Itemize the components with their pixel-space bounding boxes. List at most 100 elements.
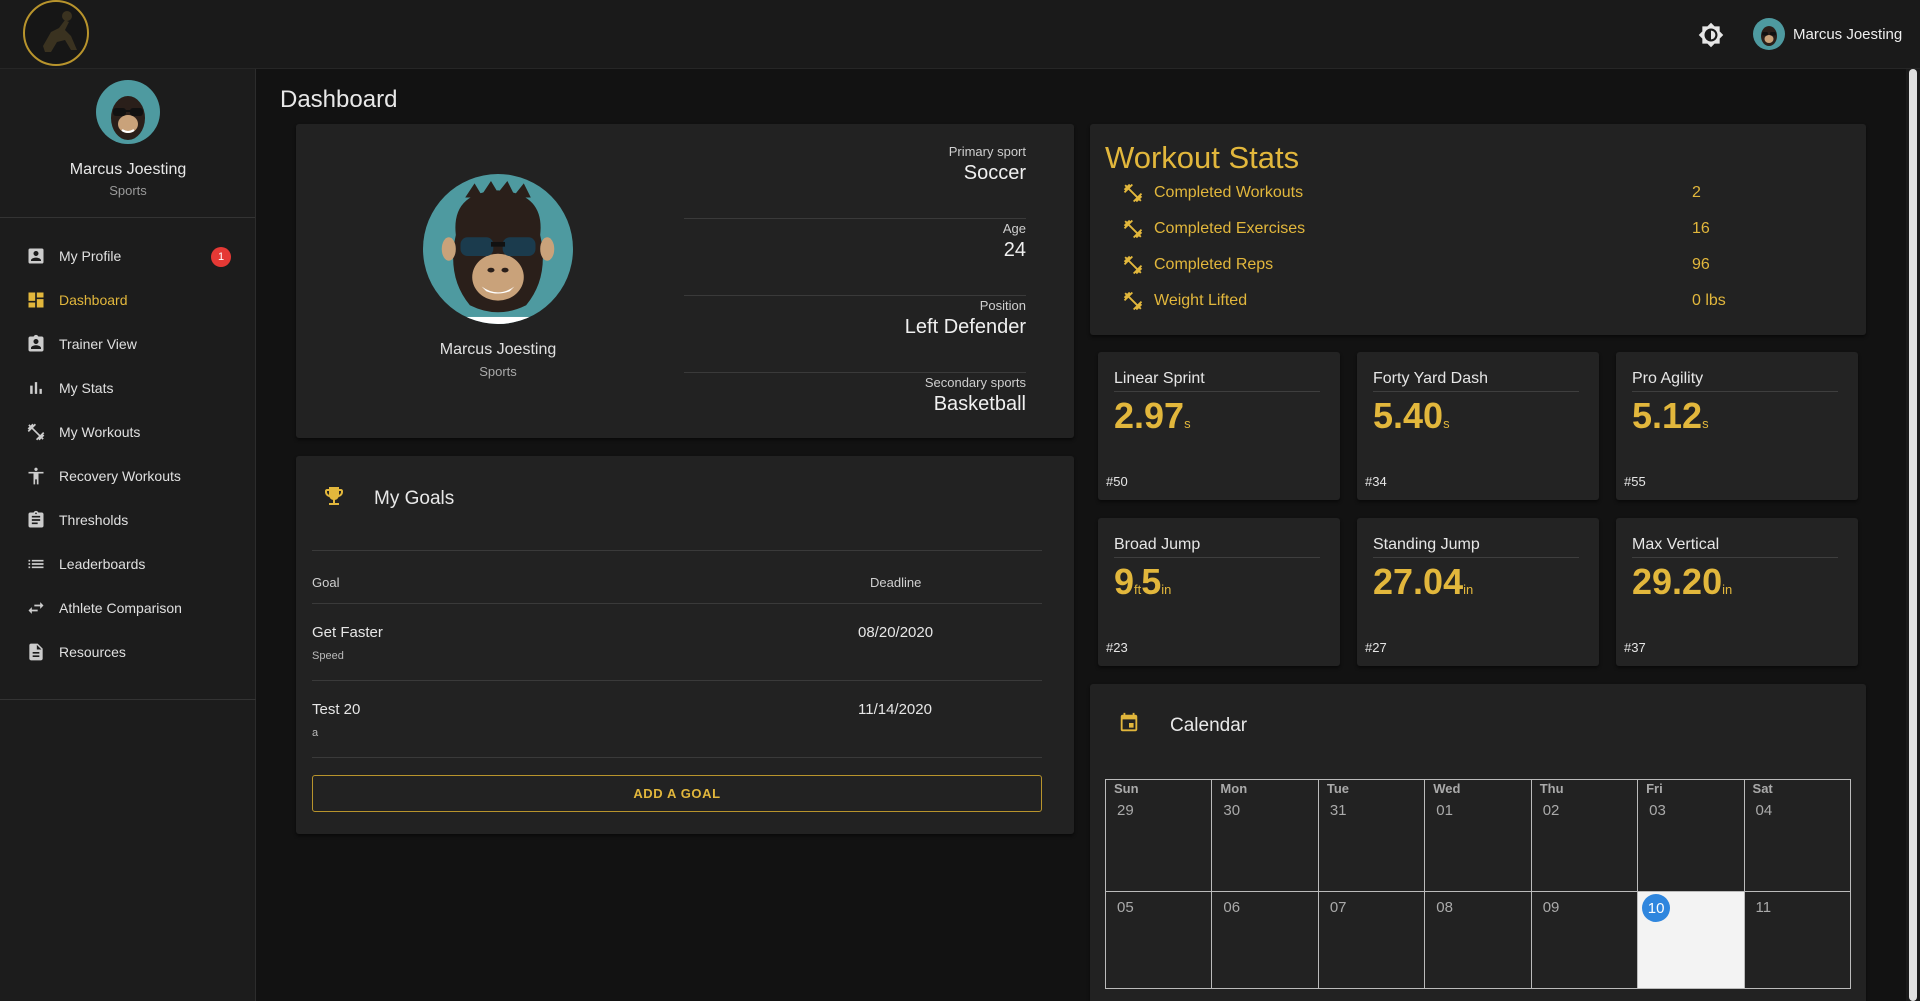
swap-icon: [25, 597, 47, 619]
calendar-title: Calendar: [1170, 714, 1248, 736]
field-value: Basketball: [933, 393, 1026, 415]
calendar-day[interactable]: Tue 31: [1318, 780, 1426, 892]
metric-value: 5.12s: [1632, 395, 1709, 437]
document-icon: [25, 641, 47, 663]
trophy-icon: [322, 484, 346, 513]
table-header: Goal Deadline: [312, 550, 1042, 603]
calendar-day[interactable]: Sat 04: [1744, 780, 1851, 892]
brightness-toggle-icon[interactable]: [1698, 22, 1724, 48]
profile-field-position: Position Left Defender: [684, 296, 1026, 373]
metric-value: 2.97s: [1114, 395, 1191, 437]
sidebar-item-label: Thresholds: [59, 512, 129, 528]
metric-card-broad-jump[interactable]: Broad Jump 9ft5in #23: [1098, 518, 1340, 666]
profile-role: Sports: [479, 364, 517, 379]
sidebar-item-label: Trainer View: [59, 336, 137, 352]
sidebar-item-thresholds[interactable]: Thresholds: [0, 498, 255, 542]
dumbbell-icon: [25, 421, 47, 443]
avatar: [1753, 18, 1785, 50]
sidebar-item-leaderboards[interactable]: Leaderboards: [0, 542, 255, 586]
sidebar-item-dashboard[interactable]: Dashboard: [0, 278, 255, 322]
add-goal-button[interactable]: ADD A GOAL: [312, 775, 1042, 812]
metric-unit: in: [1722, 582, 1733, 597]
day-number: 11: [1755, 899, 1772, 916]
goal-deadline: 08/20/2020: [858, 624, 934, 641]
metric-number: 2.97: [1114, 395, 1185, 436]
calendar-day[interactable]: Thu 02: [1531, 780, 1639, 892]
calendar-day[interactable]: Mon 30: [1212, 780, 1319, 892]
stat-row-weight-lifted: Weight Lifted: [1122, 289, 1842, 313]
metric-title: Forty Yard Dash: [1373, 370, 1579, 392]
sidebar-item-my-stats[interactable]: My Stats: [0, 366, 255, 410]
metric-title: Broad Jump: [1114, 536, 1320, 558]
day-number: 02: [1542, 802, 1560, 819]
workout-stats-card: Workout Stats Completed Workouts Complet…: [1090, 124, 1866, 335]
column-header-deadline: Deadline: [870, 575, 922, 590]
calendar-day-today[interactable]: 10: [1638, 892, 1745, 989]
field-value: Soccer: [963, 162, 1026, 184]
accessibility-icon: [25, 465, 47, 487]
calendar-day[interactable]: 11: [1744, 892, 1851, 989]
weekday-label: Sun: [1114, 781, 1139, 796]
calendar-card: Calendar Sun 29 Mon 30 Tue 31 Wed 01 Thu 02 F…: [1090, 684, 1866, 1001]
profile-name: Marcus Joesting: [439, 341, 557, 358]
metric-number: 5.12: [1632, 395, 1703, 436]
sidebar-item-my-workouts[interactable]: My Workouts: [0, 410, 255, 454]
metric-unit-inches: in: [1161, 582, 1172, 597]
calendar-day[interactable]: Wed 01: [1425, 780, 1532, 892]
sidebar-item-athlete-comparison[interactable]: Athlete Comparison: [0, 586, 255, 630]
stat-label: Weight Lifted: [1154, 292, 1248, 309]
metric-rank: #37: [1624, 640, 1646, 655]
calendar-day[interactable]: 08: [1425, 892, 1532, 989]
stat-row-completed-reps: Completed Reps: [1122, 253, 1842, 277]
stat-row-completed-workouts: Completed Workouts: [1122, 181, 1842, 205]
goal-deadline: 11/14/2020: [858, 701, 932, 718]
app-logo[interactable]: [23, 0, 89, 66]
day-number: 06: [1223, 899, 1241, 916]
weekday-label: Sat: [1752, 781, 1773, 796]
sidebar-item-resources[interactable]: Resources: [0, 630, 255, 674]
day-number: 09: [1542, 899, 1560, 916]
goal-name: Get Faster: [312, 624, 383, 641]
day-number: 04: [1755, 802, 1773, 819]
metric-rank: #55: [1624, 474, 1646, 489]
table-row[interactable]: Test 20 a 11/14/2020: [312, 680, 1042, 757]
list-icon: [25, 553, 47, 575]
calendar-day[interactable]: 06: [1212, 892, 1319, 989]
clipboard-icon: [25, 509, 47, 531]
metric-number: 29.20: [1632, 561, 1723, 602]
dumbbell-icon: [1122, 290, 1144, 312]
weekday-label: Mon: [1220, 781, 1248, 796]
scrollbar-thumb[interactable]: [1909, 69, 1917, 1001]
metric-card-standing-jump[interactable]: Standing Jump 27.04in #27: [1357, 518, 1599, 666]
metric-unit: s: [1184, 416, 1191, 431]
calendar-day[interactable]: Fri 03: [1638, 780, 1745, 892]
calendar-day[interactable]: 07: [1318, 892, 1426, 989]
profile-field-age: Age 24: [684, 219, 1026, 296]
workout-stats-title: Workout Stats: [1105, 140, 1300, 175]
sidebar-item-trainer-view[interactable]: Trainer View: [0, 322, 255, 366]
field-label: Secondary sports: [924, 375, 1026, 390]
sidebar-item-my-profile[interactable]: My Profile 1: [0, 234, 255, 278]
calendar-day[interactable]: 09: [1531, 892, 1639, 989]
sidebar-divider: [0, 699, 256, 700]
metric-card-max-vertical[interactable]: Max Vertical 29.20in #37: [1616, 518, 1858, 666]
metric-unit: in: [1463, 582, 1474, 597]
weekday-label: Fri: [1646, 781, 1663, 796]
table-row[interactable]: Get Faster Speed 08/20/2020: [312, 603, 1042, 680]
user-menu[interactable]: Marcus Joesting: [1753, 18, 1902, 50]
metric-card-linear-sprint[interactable]: Linear Sprint 2.97s #50: [1098, 352, 1340, 500]
calendar-week: 05 06 07 08 09 10 11: [1106, 892, 1851, 989]
sidebar: Marcus Joesting Sports My Profile 1 Dash…: [0, 69, 256, 1001]
metric-value: 5.40s: [1373, 395, 1450, 437]
field-value: Left Defender: [904, 316, 1026, 338]
metric-card-pro-agility[interactable]: Pro Agility 5.12s #55: [1616, 352, 1858, 500]
stat-row-completed-exercises: Completed Exercises: [1122, 217, 1842, 241]
badge-icon: [25, 333, 47, 355]
page-scrollbar[interactable]: [1906, 69, 1920, 1001]
calendar-day[interactable]: Sun 29: [1106, 780, 1213, 892]
calendar-day[interactable]: 05: [1106, 892, 1213, 989]
sidebar-item-recovery-workouts[interactable]: Recovery Workouts: [0, 454, 255, 498]
calendar-icon: [1118, 712, 1140, 739]
day-number: 03: [1649, 802, 1666, 819]
metric-card-forty-yard-dash[interactable]: Forty Yard Dash 5.40s #34: [1357, 352, 1599, 500]
